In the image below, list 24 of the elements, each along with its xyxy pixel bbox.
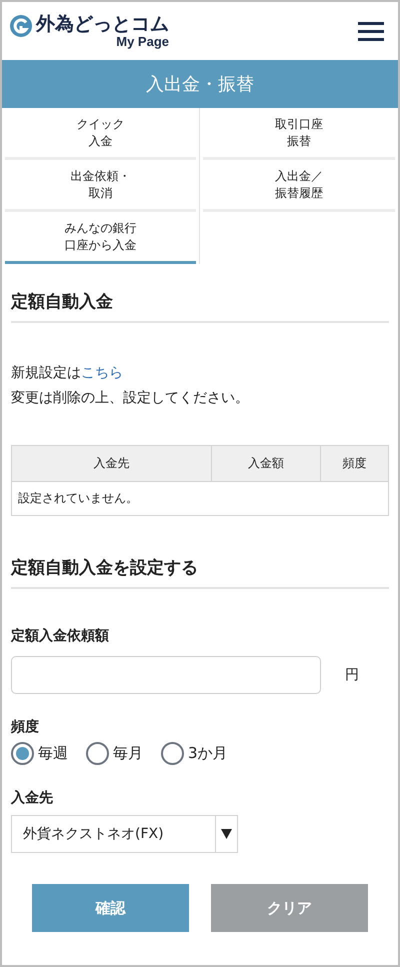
page-title-bar: 入出金・振替 [2,60,398,108]
column-header: 頻度 [320,446,388,482]
logo-icon [10,15,32,37]
note-text: 変更は削除の上、設定してください。 [11,389,250,408]
frequency-radio[interactable]: 毎週 [11,742,68,765]
here-link[interactable]: こちら [81,365,123,381]
field-label: 定額入金依頼額 [11,627,110,645]
field-label: 入金先 [11,789,54,807]
column-header: 入金額 [211,446,321,482]
empty-message: 設定されていません。 [12,482,388,516]
menu-icon[interactable] [358,21,384,41]
amount-input[interactable] [11,656,321,694]
field-label: 頻度 [11,718,40,736]
column-header: 入金先 [12,446,212,482]
frequency-radio[interactable]: 3か月 [161,742,228,765]
frequency-radio[interactable]: 毎月 [86,742,143,765]
caret-icon [221,829,232,839]
section-heading: 定額自動入金を設定する [11,556,389,589]
unit-label: 円 [345,666,359,684]
destination-select[interactable]: 外貨ネクストネオ(FX) [11,815,238,853]
logo-subtext: My Page [116,35,169,49]
intro-text: 新規設定はこちら [11,364,124,383]
logo-text: 外為どっとコム [36,13,169,35]
section-heading: 定額自動入金 [11,290,389,323]
